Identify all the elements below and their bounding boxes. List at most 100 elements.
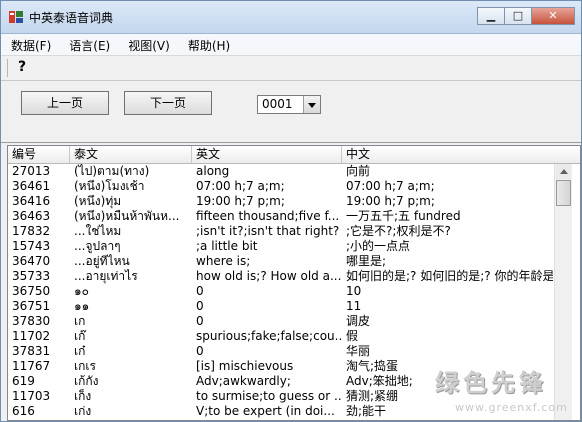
cell-thai: (หนึ่ง)ทุ่ม [74, 194, 122, 208]
scroll-up-icon[interactable] [556, 164, 571, 179]
menu-view[interactable]: 视图(V) [118, 34, 178, 55]
cell-thai: เก๊ [74, 329, 86, 343]
cell-thai: (หนึ่ง)โมงเช้า [74, 179, 145, 193]
cell-id: 36463 [12, 209, 51, 223]
close-icon: ✕ [548, 9, 558, 22]
next-page-button[interactable]: 下一页 [124, 91, 212, 115]
cell-id: 17832 [12, 224, 51, 238]
menu-help[interactable]: 帮助(H) [178, 34, 238, 55]
table-row[interactable]: 15743 ...จูปลาๆ ;a little bit ;小的一点点 [8, 239, 553, 254]
table-row[interactable]: 36470 ...อยู่ที่ไหน where is; 哪里是; [8, 254, 553, 269]
cell-chinese: 调皮 [346, 314, 371, 328]
cell-chinese: 一万五千;五 fundred [346, 209, 461, 223]
cell-english: 07:00 h;7 a;m; [196, 179, 285, 193]
cell-thai: เก่ง [74, 404, 92, 418]
cell-english: ;a little bit [196, 239, 258, 253]
cell-id: 36750 [12, 284, 51, 298]
cell-thai: ๑๑ [74, 299, 90, 313]
column-header-chinese[interactable]: 中文 [342, 146, 580, 163]
cell-chinese: ;小的一点点 [346, 239, 411, 253]
cell-thai: เก้กัง [74, 374, 99, 388]
cell-thai: (ไป)ตาม(ทาง) [74, 164, 150, 178]
cell-chinese: 如何旧的是;? 如何旧的是;? 你的年龄是 [346, 269, 553, 283]
cell-thai: เก๋ [74, 344, 86, 358]
table-row[interactable]: 17832 ...ใช่ไหม ;isn't it?;isn't that righ… [8, 224, 553, 239]
cell-id: 36416 [12, 194, 51, 208]
menu-bar: 数据(F) 语言(E) 视图(V) 帮助(H) [1, 34, 581, 56]
table-row[interactable]: 36750 ๑๐ 0 10 [8, 284, 553, 299]
cell-english: where is; [196, 254, 251, 268]
minimize-button[interactable]: ▁ [477, 7, 504, 25]
cell-english: 0 [196, 299, 204, 313]
cell-chinese: 假 [346, 329, 359, 343]
table-row[interactable]: 36461 (หนึ่ง)โมงเช้า 07:00 h;7 a;m; 07:00 h… [8, 179, 553, 194]
cell-id: 36470 [12, 254, 51, 268]
title-bar[interactable]: 中英泰语音词典 ▁ □ ✕ [1, 1, 581, 34]
cell-chinese: 19:00 h;7 p;m; [346, 194, 435, 208]
cell-english: 0 [196, 284, 204, 298]
column-header-english[interactable]: 英文 [192, 146, 342, 163]
cell-english: Adv;awkwardly; [196, 374, 291, 388]
cell-english: spurious;fake;false;cou... [196, 329, 342, 343]
cell-id: 36461 [12, 179, 51, 193]
cell-thai: ๑๐ [74, 284, 89, 298]
cell-english: ;isn't it?;isn't that right? [196, 224, 340, 238]
window-title: 中英泰语音词典 [29, 11, 114, 25]
chevron-down-icon[interactable] [303, 96, 320, 113]
cell-id: 11767 [12, 359, 51, 373]
close-button[interactable]: ✕ [531, 7, 575, 25]
maximize-icon: □ [512, 9, 524, 22]
cell-english: [is] mischievous [196, 359, 294, 373]
page-select-value: 0001 [262, 97, 293, 111]
cell-english: 0 [196, 344, 204, 358]
scrollbar-thumb[interactable] [556, 180, 571, 206]
table-row[interactable]: 35733 ...อายุเท่าไร how old is;? How old a… [8, 269, 553, 284]
watermark-url: www.greenxf.com [455, 401, 568, 414]
cell-id: 37830 [12, 314, 51, 328]
menu-language[interactable]: 语言(E) [59, 34, 118, 55]
cell-english: 19:00 h;7 p;m; [196, 194, 285, 208]
cell-chinese: 哪里是; [346, 254, 387, 268]
cell-id: 37831 [12, 344, 51, 358]
prev-page-button[interactable]: 上一页 [21, 91, 109, 115]
table-header: 编号 泰文 英文 中文 [8, 146, 580, 164]
cell-id: 11702 [12, 329, 51, 343]
cell-english: 0 [196, 314, 204, 328]
window-controls: ▁ □ ✕ [477, 7, 575, 25]
table-row[interactable]: 36463 (หนึ่ง)หมื่นห้าพันห... fifteen thous… [8, 209, 553, 224]
cell-chinese: 07:00 h;7 a;m; [346, 179, 435, 193]
cell-id: 619 [12, 374, 35, 388]
cell-english: to surmise;to guess or ... [196, 389, 342, 403]
table-row[interactable]: 11702 เก๊ spurious;fake;false;cou... 假 [8, 329, 553, 344]
help-icon[interactable]: ? [13, 59, 31, 77]
cell-id: 27013 [12, 164, 51, 178]
cell-thai: ...อายุเท่าไร [74, 269, 138, 283]
navigation-panel: 上一页 下一页 0001 [1, 81, 581, 143]
table-row[interactable]: 27013 (ไป)ตาม(ทาง) along 向前 [8, 164, 553, 179]
cell-thai: เกเร [74, 359, 96, 373]
cell-chinese: 11 [346, 299, 362, 313]
toolbar-separator [7, 59, 8, 77]
column-header-thai[interactable]: 泰文 [70, 146, 192, 163]
menu-data[interactable]: 数据(F) [1, 34, 59, 55]
cell-chinese: 10 [346, 284, 362, 298]
app-icon [9, 11, 23, 23]
cell-thai: ...ใช่ไหม [74, 224, 122, 238]
table-row[interactable]: 36416 (หนึ่ง)ทุ่ม 19:00 h;7 p;m; 19:00 h;7 … [8, 194, 553, 209]
cell-english: fifteen thousand;five f... [196, 209, 340, 223]
cell-id: 36751 [12, 299, 51, 313]
minimize-icon: ▁ [486, 9, 496, 22]
table-row[interactable]: 36751 ๑๑ 0 11 [8, 299, 553, 314]
cell-english: how old is;? How old a... [196, 269, 342, 283]
maximize-button[interactable]: □ [504, 7, 531, 25]
cell-english: along [196, 164, 230, 178]
app-window: 中英泰语音词典 ▁ □ ✕ 数据(F) 语言(E) 视图(V) 帮助(H) ? … [0, 0, 582, 422]
cell-thai: ...อยู่ที่ไหน [74, 254, 130, 268]
cell-id: 11703 [12, 389, 51, 403]
cell-chinese: ;它是不?;权利是不? [346, 224, 451, 238]
toolbar: ? [1, 56, 581, 81]
table-row[interactable]: 37830 เก 0 调皮 [8, 314, 553, 329]
page-select[interactable]: 0001 [257, 95, 321, 114]
column-header-id[interactable]: 编号 [8, 146, 70, 163]
cell-chinese: 向前 [346, 164, 371, 178]
